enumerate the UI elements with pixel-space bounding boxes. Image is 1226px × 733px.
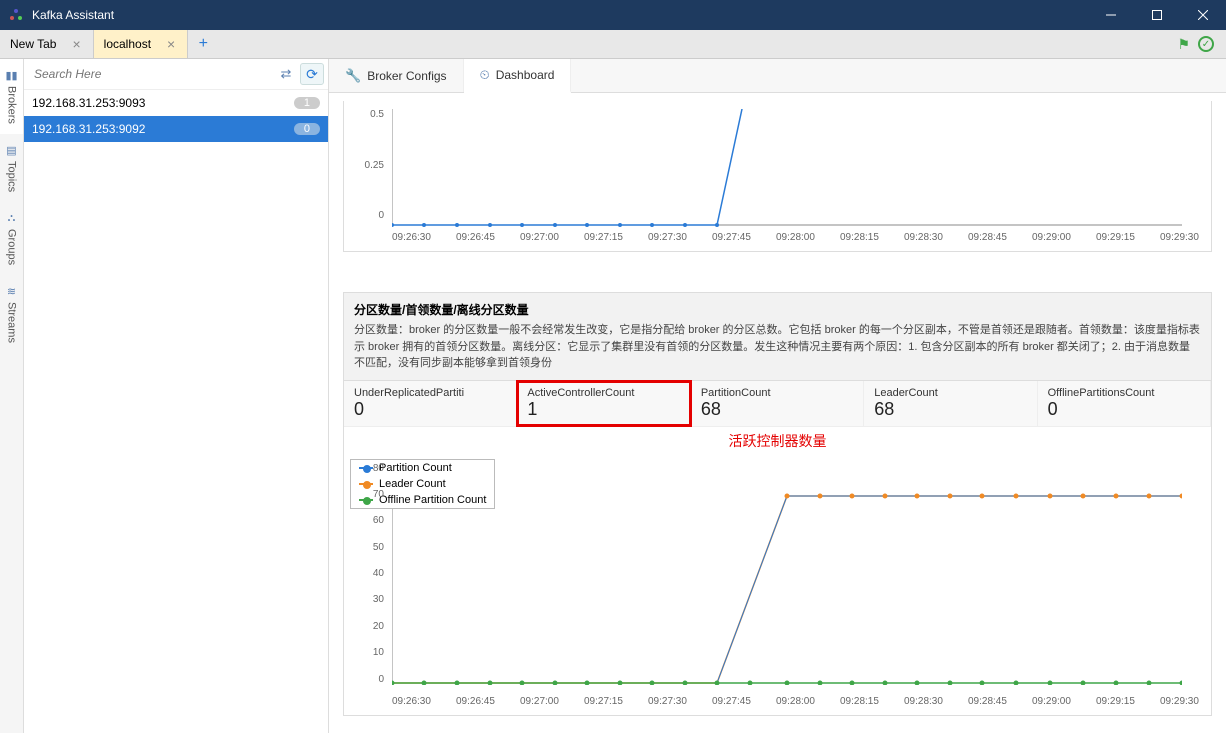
sidebar-item-streams[interactable]: ≋Streams bbox=[0, 275, 23, 353]
maximize-button[interactable] bbox=[1134, 0, 1180, 30]
chart-top: 0.5 0.25 0 09:26:3009:26:45 bbox=[343, 101, 1212, 252]
tab-label: localhost bbox=[104, 37, 151, 51]
close-icon[interactable]: × bbox=[70, 36, 82, 52]
broker-panel: ⇄ ⟳ 192.168.31.253:9093 1 192.168.31.253… bbox=[24, 59, 329, 733]
tab-label: New Tab bbox=[10, 37, 56, 51]
status-ok-icon: ✓ bbox=[1198, 36, 1214, 52]
tab-broker-configs[interactable]: 🔧 Broker Configs bbox=[329, 59, 464, 92]
sidebar-item-brokers[interactable]: ▮▮Brokers bbox=[0, 59, 23, 134]
brokers-icon: ▮▮ bbox=[5, 69, 17, 82]
chart-title: 分区数量/首领数量/离线分区数量 bbox=[354, 301, 1201, 318]
app-logo-icon bbox=[8, 7, 24, 23]
window-title: Kafka Assistant bbox=[32, 8, 1088, 22]
annotation-label: 活跃控制器数量 bbox=[344, 427, 1211, 455]
broker-item[interactable]: 192.168.31.253:9093 1 bbox=[24, 90, 328, 116]
tab-dashboard[interactable]: ⏲ Dashboard bbox=[464, 59, 572, 93]
close-button[interactable] bbox=[1180, 0, 1226, 30]
chart-desc: 分区数量：broker 的分区数量一般不会经常发生改变，它是指分配给 broke… bbox=[354, 322, 1201, 372]
sidebar-item-groups[interactable]: ⛬Groups bbox=[0, 202, 23, 275]
close-icon[interactable]: × bbox=[165, 36, 177, 52]
broker-list: 192.168.31.253:9093 1 192.168.31.253:909… bbox=[24, 90, 328, 733]
tab-new[interactable]: New Tab × bbox=[0, 30, 94, 58]
titlebar: Kafka Assistant bbox=[0, 0, 1226, 30]
wrench-icon: 🔧 bbox=[345, 68, 361, 84]
broker-badge: 1 bbox=[294, 97, 320, 109]
stat-partition-count: PartitionCount 68 bbox=[691, 381, 864, 426]
chart-svg bbox=[392, 463, 1182, 685]
stat-leader-count: LeaderCount 68 bbox=[864, 381, 1037, 426]
tabbar-right: ⚑ ✓ bbox=[1177, 30, 1226, 58]
streams-icon: ≋ bbox=[7, 285, 16, 298]
groups-icon: ⛬ bbox=[8, 212, 16, 225]
x-axis: 09:26:3009:26:4509:27:0009:27:1509:27:30… bbox=[392, 696, 1199, 707]
stat-offline-count: OfflinePartitionsCount 0 bbox=[1038, 381, 1211, 426]
chart-svg bbox=[392, 109, 1182, 227]
chart-body: 0.5 0.25 0 09:26:3009:26:45 bbox=[344, 101, 1211, 251]
stat-under-replicated: UnderReplicatedPartiti 0 bbox=[344, 381, 517, 426]
content-area: 🔧 Broker Configs ⏲ Dashboard 0.5 0.25 0 bbox=[329, 59, 1226, 733]
inner-tabs: 🔧 Broker Configs ⏲ Dashboard bbox=[329, 59, 1226, 93]
broker-address: 192.168.31.253:9092 bbox=[32, 122, 145, 136]
add-tab-button[interactable]: + bbox=[188, 30, 218, 58]
search-input[interactable] bbox=[28, 63, 272, 85]
stat-active-controller: ActiveControllerCount 1 bbox=[517, 381, 690, 426]
topics-icon: ▤ bbox=[6, 144, 16, 157]
minimize-button[interactable] bbox=[1088, 0, 1134, 30]
y-axis: 80706050403020100 bbox=[344, 463, 388, 685]
scroll-area[interactable]: 0.5 0.25 0 09:26:3009:26:45 bbox=[329, 93, 1226, 733]
broker-address: 192.168.31.253:9093 bbox=[32, 96, 145, 110]
window-controls bbox=[1088, 0, 1226, 30]
tab-localhost[interactable]: localhost × bbox=[94, 30, 189, 58]
y-axis: 0.5 0.25 0 bbox=[344, 109, 388, 221]
dashboard-icon: ⏲ bbox=[480, 67, 490, 83]
broker-item[interactable]: 192.168.31.253:9092 0 bbox=[24, 116, 328, 142]
flag-icon[interactable]: ⚑ bbox=[1177, 36, 1190, 53]
tabbar: New Tab × localhost × + ⚑ ✓ bbox=[0, 30, 1226, 59]
chart-body: Partition Count Leader Count Offline Par… bbox=[344, 455, 1211, 715]
x-axis: 09:26:3009:26:4509:27:0009:27:1509:27:30… bbox=[392, 232, 1199, 243]
search-row: ⇄ ⟳ bbox=[24, 59, 328, 90]
stats-row: UnderReplicatedPartiti 0 ActiveControlle… bbox=[344, 381, 1211, 427]
sidebar-item-topics[interactable]: ▤Topics bbox=[0, 134, 23, 202]
broker-badge: 0 bbox=[294, 123, 320, 135]
refresh-button[interactable]: ⟳ bbox=[300, 63, 324, 85]
chart-partition-panel: 分区数量/首领数量/离线分区数量 分区数量：broker 的分区数量一般不会经常… bbox=[343, 292, 1212, 716]
vertical-sidebar: ▮▮Brokers ▤Topics ⛬Groups ≋Streams bbox=[0, 59, 24, 733]
swap-icon[interactable]: ⇄ bbox=[276, 64, 296, 84]
chart-header: 分区数量/首领数量/离线分区数量 分区数量：broker 的分区数量一般不会经常… bbox=[344, 293, 1211, 381]
